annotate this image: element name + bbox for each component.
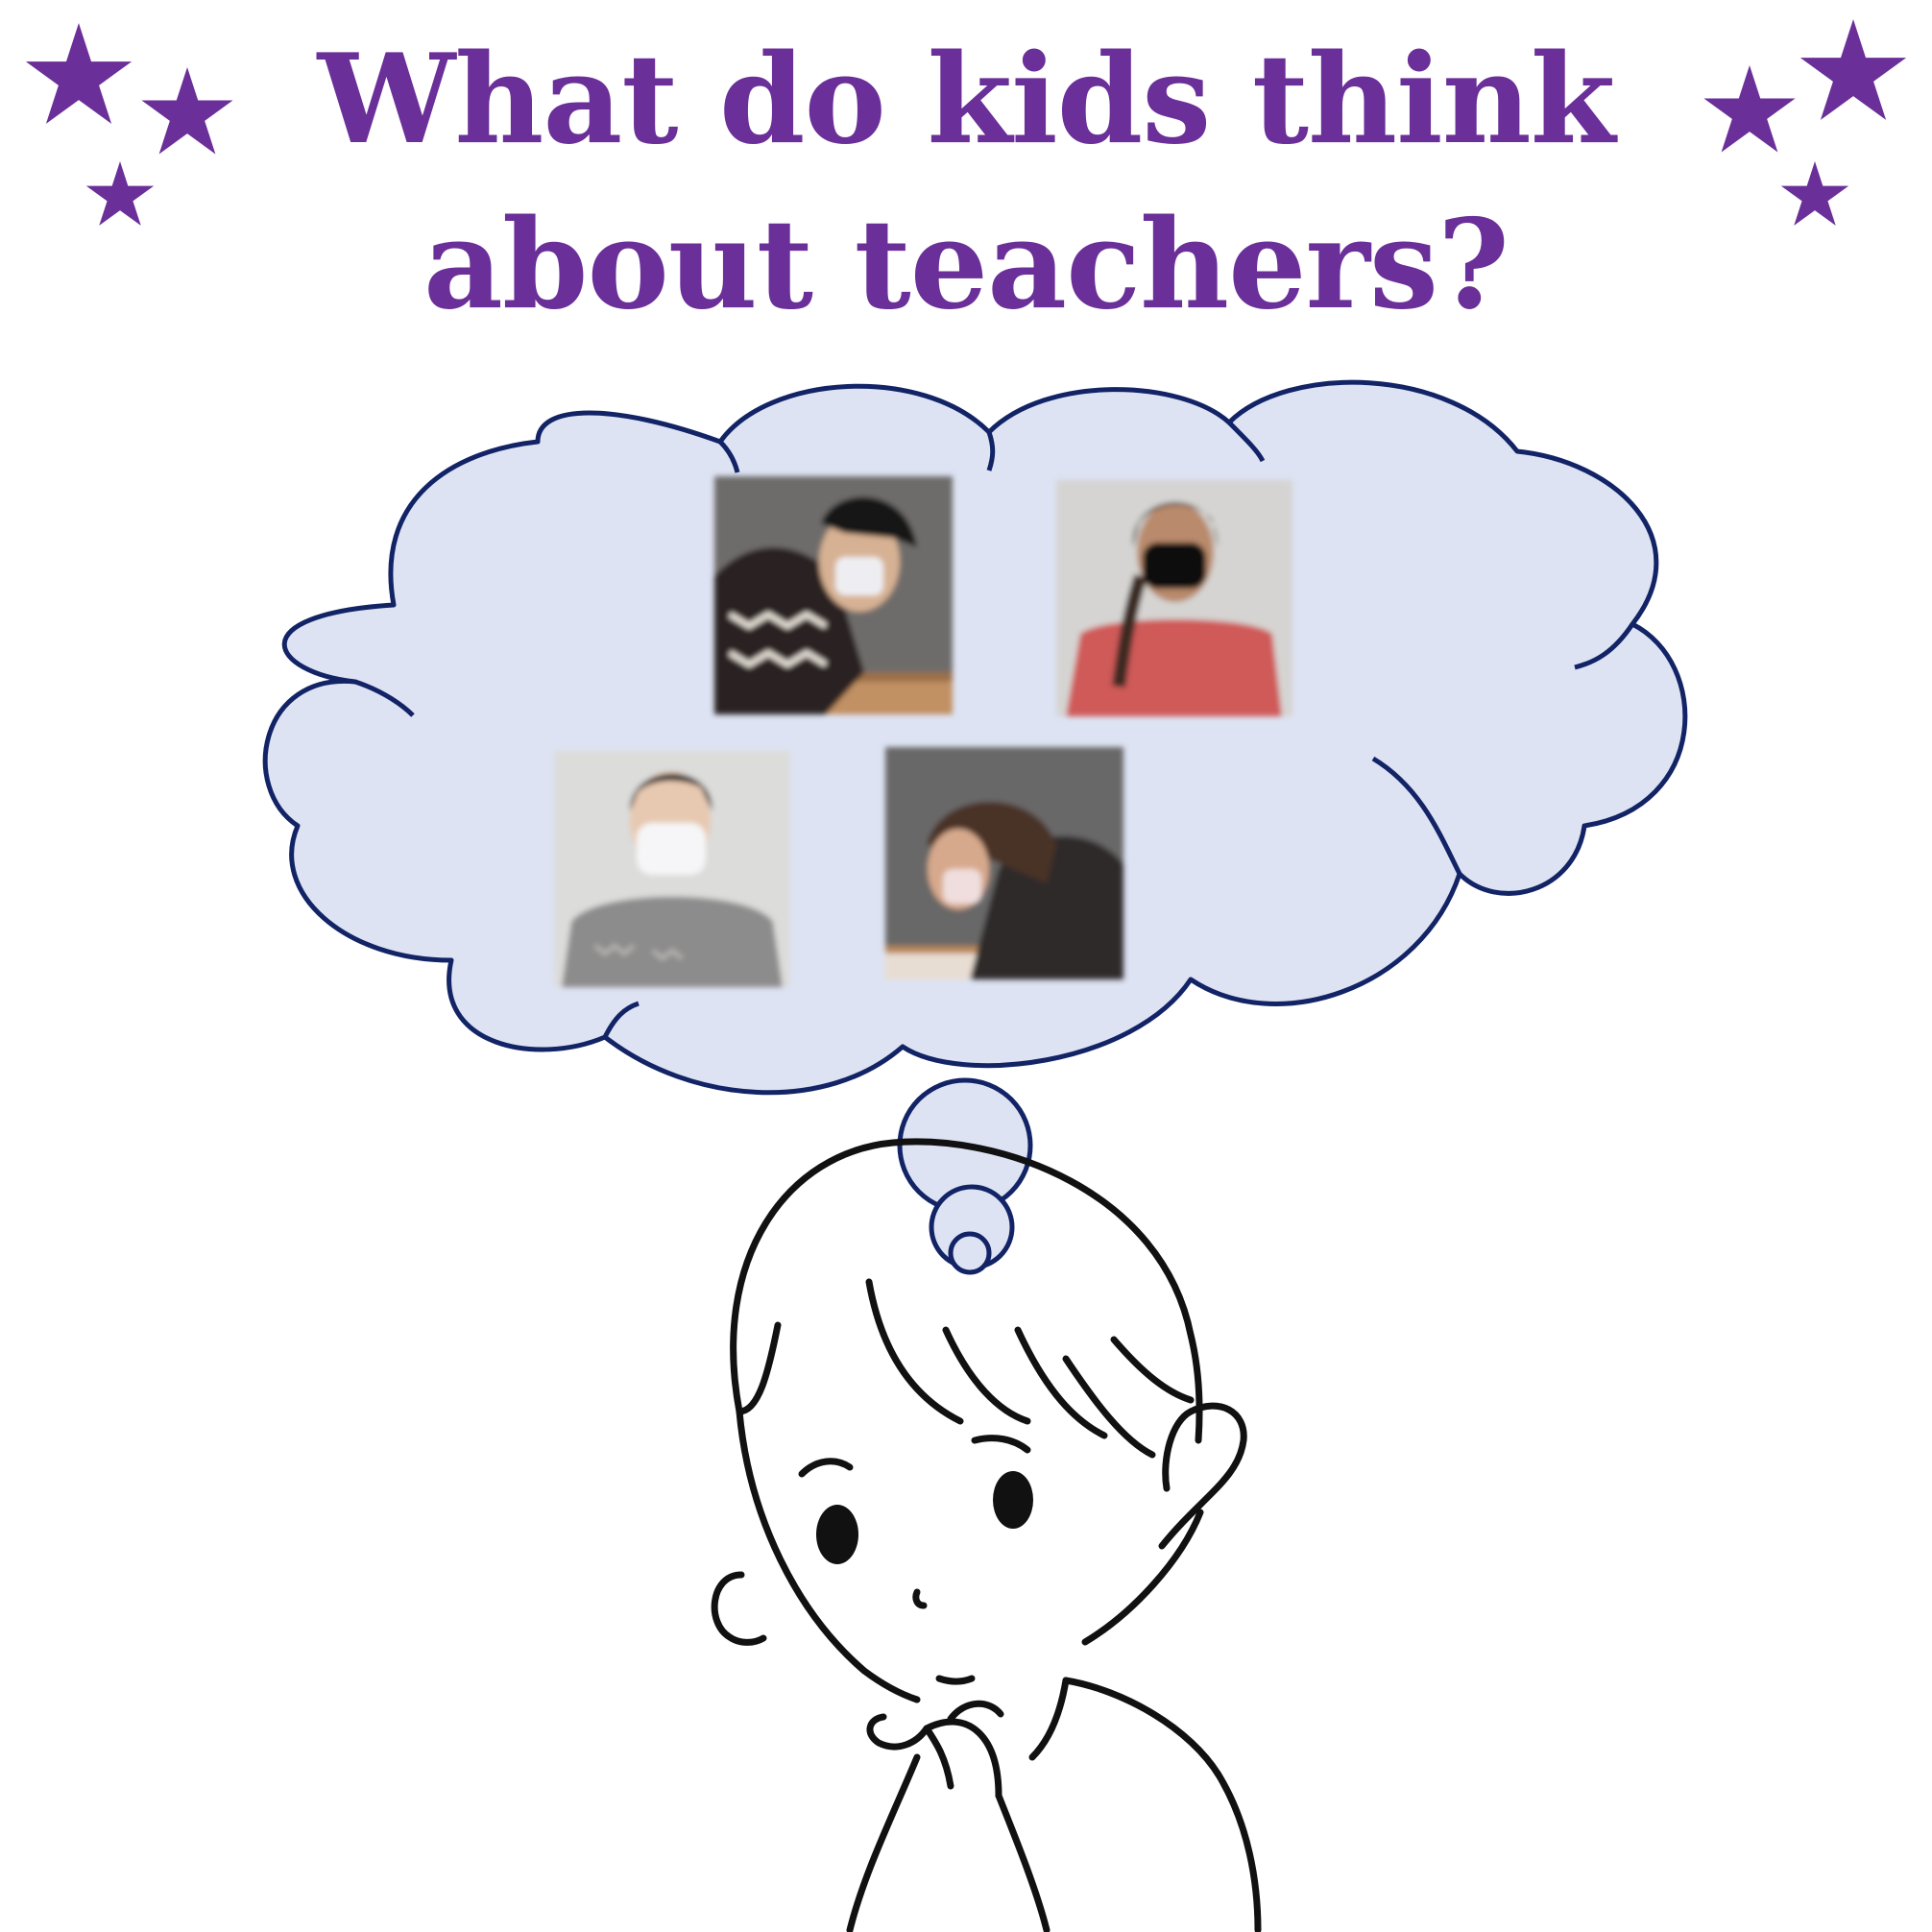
bubble-small: [948, 1231, 992, 1275]
teacher-photo-1: [714, 476, 953, 714]
teacher-photo-2: [1056, 480, 1292, 716]
title-line-1: What do kids think: [317, 28, 1616, 172]
poster: What do kids think about teachers?: [0, 0, 1932, 1932]
thought-cloud: [262, 379, 1688, 1096]
child-eye-right: [993, 1471, 1033, 1529]
page-title: What do kids think about teachers?: [0, 17, 1932, 348]
teacher-photo-3: [554, 751, 790, 987]
child-eye-left: [816, 1505, 858, 1564]
teacher-photo-4: [885, 747, 1123, 979]
title-line-2: about teachers?: [423, 193, 1509, 337]
